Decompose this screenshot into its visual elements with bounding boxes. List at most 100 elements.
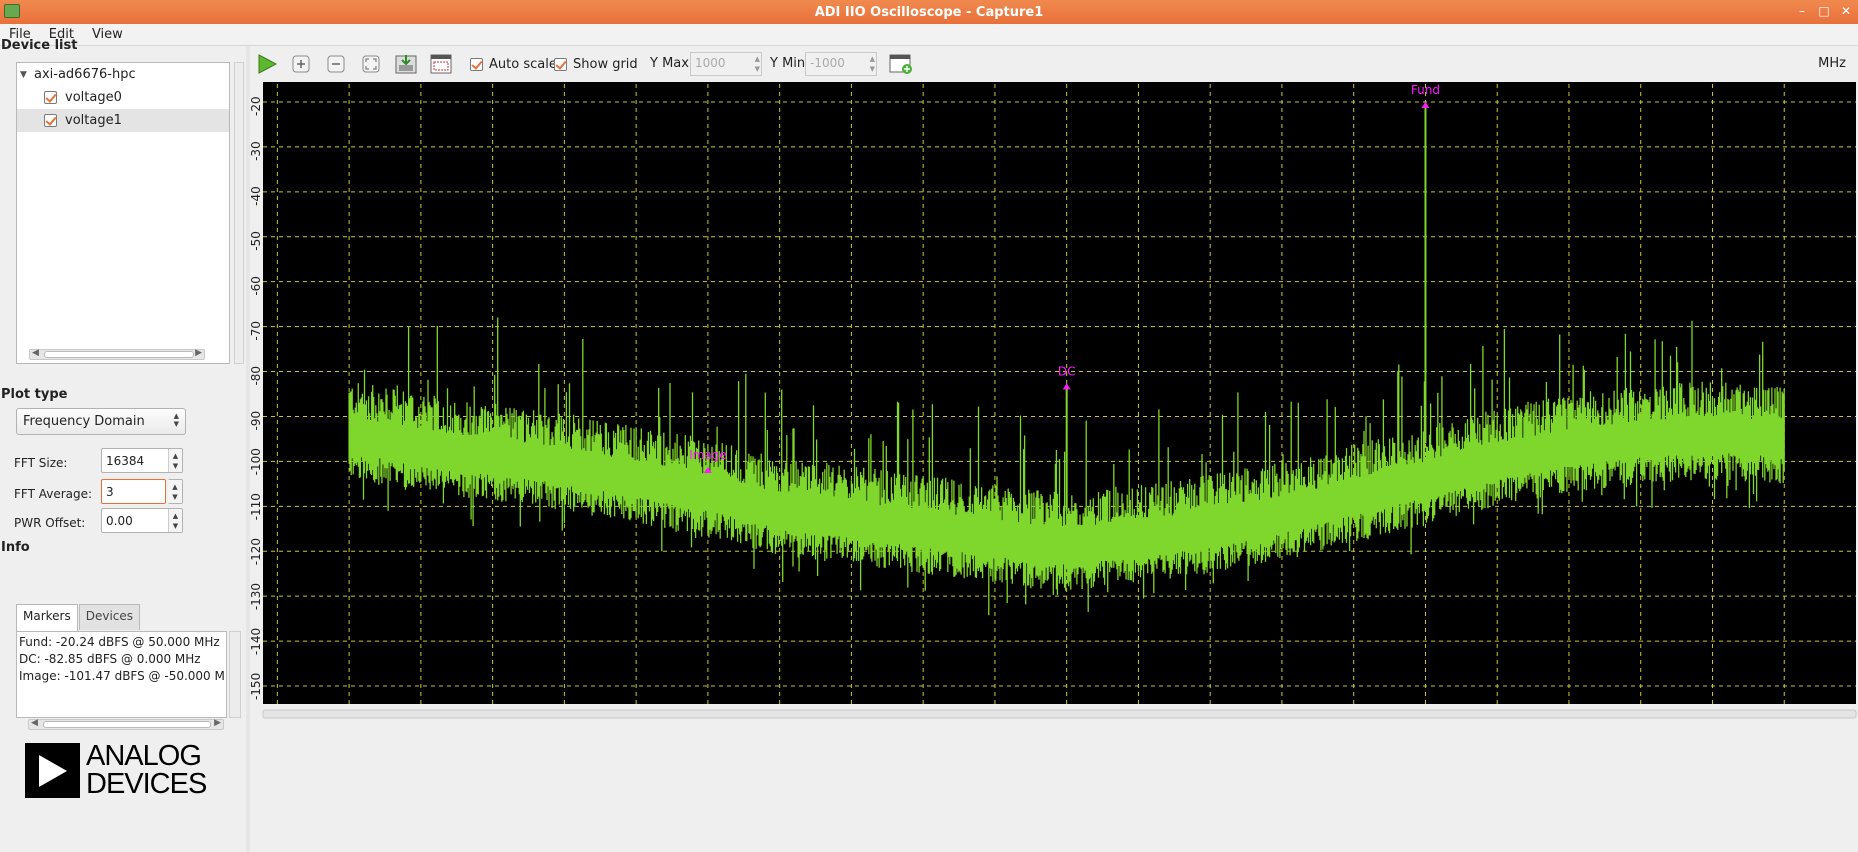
ymax-spinner: 1000 ▲ ▼: [690, 52, 762, 76]
ymin-label: Y Min:: [770, 56, 810, 71]
spin-arrows-icon: ▲ ▼: [869, 55, 875, 73]
marker-label: Image: [689, 448, 727, 462]
close-icon[interactable]: ✕: [1840, 3, 1852, 19]
analog-devices-triangle-icon: [25, 742, 80, 798]
tree-horizontal-scrollbar[interactable]: ◀ ▶: [29, 348, 205, 360]
show-grid-label: Show grid: [573, 57, 638, 72]
plot-type-select[interactable]: Frequency Domain ▲ ▼: [16, 408, 186, 435]
zoom-in-icon: [292, 55, 310, 73]
add-plot-icon: [889, 54, 912, 74]
add-plot-button[interactable]: [888, 52, 914, 76]
logo-line-1: ANALOG: [86, 740, 202, 772]
plot-horizontal-scrollbar: [262, 709, 1857, 719]
auto-scale-check-icon[interactable]: [470, 58, 483, 71]
marker-label: DC: [1058, 364, 1076, 378]
y-tick-label: -140: [250, 628, 263, 655]
plot-toolbar: Auto scale Show grid Y Max: 1000 ▲ ▼ Y Mi…: [250, 46, 1858, 82]
marker-label: Fund: [1411, 83, 1440, 97]
pwr-offset-spinner[interactable]: 0.00 ▲ ▼: [101, 508, 183, 533]
updown-icon: ▲ ▼: [173, 412, 179, 428]
tree-device-row[interactable]: ▼ axi-ad6676-hpc: [17, 63, 229, 86]
auto-scale-checkbox[interactable]: Auto scale: [470, 57, 557, 72]
zoom-in-button[interactable]: [288, 52, 314, 76]
device-tree: ▼ axi-ad6676-hpc voltage0 voltage1 ◀ ▶: [16, 62, 230, 364]
info-tabs: Markers Devices: [16, 604, 141, 632]
menu-bar: File Edit View: [0, 24, 1858, 46]
y-tick-label: -40: [250, 186, 263, 206]
marker-line-dc: DC: -82.85 dBFS @ 0.000 MHz: [19, 652, 201, 666]
analog-devices-logo: ANALOG DEVICES: [25, 740, 207, 799]
scroll-thumb[interactable]: [44, 351, 194, 358]
left-panel: Device list ▼ axi-ad6676-hpc voltage0 vo…: [0, 38, 246, 852]
fft-size-spinner[interactable]: 16384 ▲ ▼: [101, 448, 183, 473]
fft-size-value: 16384: [106, 453, 145, 468]
save-icon: [395, 55, 417, 74]
show-grid-checkbox[interactable]: Show grid: [554, 57, 638, 72]
y-tick-label: -30: [250, 141, 263, 161]
units-label: MHz: [1818, 56, 1846, 71]
ymax-label: Y Max:: [650, 56, 694, 71]
fullscreen-button[interactable]: [428, 52, 454, 76]
menu-view[interactable]: View: [83, 27, 132, 42]
info-title: Info: [1, 540, 30, 555]
save-button[interactable]: [393, 52, 419, 76]
fft-average-label: FFT Average:: [14, 487, 93, 501]
zoom-out-icon: [327, 55, 345, 73]
expander-icon[interactable]: ▼: [20, 70, 30, 80]
device-name: axi-ad6676-hpc: [34, 67, 136, 82]
scroll-right-icon[interactable]: ▶: [195, 348, 202, 358]
ymax-value: 1000: [695, 56, 726, 70]
plot-type-title: Plot type: [1, 387, 68, 402]
y-tick-label: -50: [250, 231, 263, 251]
channel-label: voltage1: [65, 113, 122, 128]
tree-vertical-scrollbar[interactable]: [234, 62, 244, 364]
minimize-icon[interactable]: –: [1796, 3, 1808, 19]
tree-channel-voltage0[interactable]: voltage0: [17, 86, 229, 109]
pwr-offset-label: PWR Offset:: [14, 516, 86, 530]
zoom-fit-button[interactable]: [358, 52, 384, 76]
show-grid-check-icon[interactable]: [554, 58, 567, 71]
scroll-right-icon[interactable]: ▶: [214, 718, 221, 728]
y-tick-label: -120: [250, 538, 263, 565]
auto-scale-label: Auto scale: [489, 57, 557, 72]
info-horizontal-scrollbar[interactable]: ◀ ▶: [28, 718, 224, 730]
play-button[interactable]: [254, 52, 280, 76]
checkbox-voltage1[interactable]: [44, 114, 57, 127]
y-tick-label: -130: [250, 583, 263, 610]
marker-line-image: Image: -101.47 dBFS @ -50.000 MHz: [19, 669, 227, 683]
app-icon: [4, 4, 20, 18]
tree-channel-voltage1[interactable]: voltage1: [17, 109, 229, 132]
y-tick-label: -60: [250, 276, 263, 296]
spin-arrows-icon[interactable]: ▲ ▼: [168, 449, 182, 472]
fft-plot[interactable]: -110-100-90-80-70-60-50-40-30-20-1001020…: [250, 82, 1858, 852]
spin-arrows-icon[interactable]: ▲ ▼: [168, 509, 182, 532]
info-vertical-scrollbar[interactable]: [229, 631, 241, 718]
plot-type-value: Frequency Domain: [23, 414, 145, 429]
y-tick-label: -100: [250, 448, 263, 475]
scroll-left-icon[interactable]: ◀: [32, 348, 39, 358]
y-tick-label: -80: [250, 366, 263, 386]
scroll-left-icon[interactable]: ◀: [31, 718, 38, 728]
tab-devices[interactable]: Devices: [78, 604, 141, 630]
title-bar: ADI IIO Oscilloscope - Capture1 – □ ✕: [0, 0, 1858, 24]
ymin-value: -1000: [810, 56, 845, 70]
fft-average-value: 3: [106, 484, 114, 499]
checkbox-voltage0[interactable]: [44, 91, 57, 104]
channel-label: voltage0: [65, 90, 122, 105]
markers-text: Fund: -20.24 dBFS @ 50.000 MHz DC: -82.8…: [16, 631, 227, 718]
y-tick-label: -150: [250, 673, 263, 700]
zoom-out-button[interactable]: [323, 52, 349, 76]
scroll-thumb[interactable]: [43, 721, 211, 728]
spin-arrows-icon[interactable]: ▲ ▼: [168, 480, 182, 503]
y-tick-label: -70: [250, 321, 263, 341]
maximize-icon[interactable]: □: [1818, 3, 1830, 19]
fft-average-spinner[interactable]: 3: [101, 479, 166, 504]
ymin-spinner: -1000 ▲ ▼: [805, 52, 877, 76]
fft-average-spin-buttons[interactable]: ▲ ▼: [168, 479, 183, 504]
pwr-offset-value: 0.00: [106, 513, 133, 528]
fullscreen-icon: [430, 54, 452, 74]
window-title: ADI IIO Oscilloscope - Capture1: [814, 4, 1044, 20]
y-tick-label: -20: [250, 96, 263, 116]
spin-arrows-icon: ▲ ▼: [754, 55, 760, 73]
tab-markers[interactable]: Markers: [16, 604, 78, 632]
